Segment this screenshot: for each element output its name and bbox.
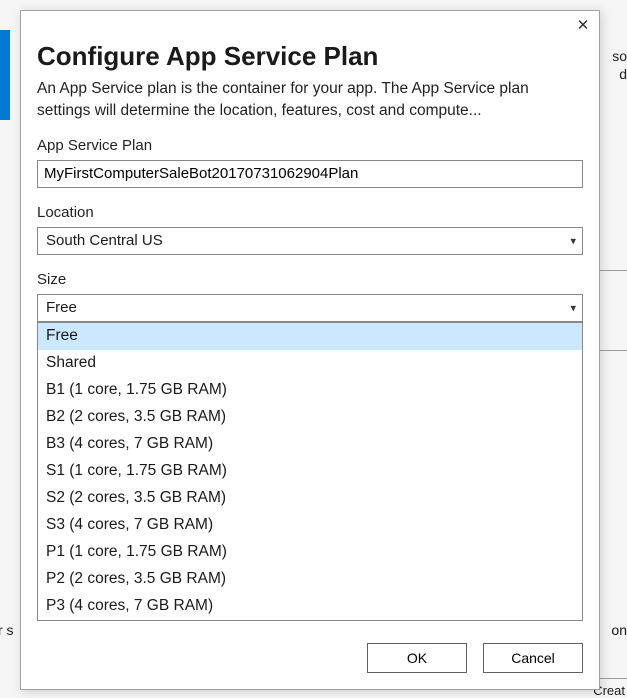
size-option[interactable]: B1 (1 core, 1.75 GB RAM): [38, 377, 582, 404]
size-option[interactable]: P2 (2 cores, 3.5 GB RAM): [38, 566, 582, 593]
size-option[interactable]: P1 (1 core, 1.75 GB RAM): [38, 539, 582, 566]
size-option[interactable]: P3 (4 cores, 7 GB RAM): [38, 593, 582, 620]
close-button[interactable]: ✕: [573, 15, 593, 35]
location-select-wrap: South Central US ▾: [37, 227, 583, 255]
configure-app-service-dialog: ✕ Configure App Service Plan An App Serv…: [20, 10, 600, 690]
app-service-plan-input[interactable]: [37, 160, 583, 188]
location-select-value: South Central US: [46, 232, 163, 249]
size-option[interactable]: Free: [38, 323, 582, 350]
size-option[interactable]: B3 (4 cores, 7 GB RAM): [38, 431, 582, 458]
size-select-wrap: Free ▾ FreeSharedB1 (1 core, 1.75 GB RAM…: [37, 294, 583, 322]
chevron-down-icon: ▾: [570, 301, 576, 314]
bg-fragment: so: [612, 48, 627, 64]
size-option[interactable]: S3 (4 cores, 7 GB RAM): [38, 512, 582, 539]
close-icon: ✕: [577, 16, 590, 34]
location-select[interactable]: South Central US ▾: [37, 227, 583, 255]
dialog-description: An App Service plan is the container for…: [37, 78, 583, 123]
bg-accent-bar: [0, 30, 10, 120]
dialog-title: Configure App Service Plan: [37, 41, 583, 72]
size-label: Size: [37, 271, 583, 288]
size-select[interactable]: Free ▾: [37, 294, 583, 322]
bg-fragment: r s: [0, 622, 14, 638]
bg-fragment: on: [611, 622, 627, 638]
size-option[interactable]: Shared: [38, 350, 582, 377]
size-dropdown-list: FreeSharedB1 (1 core, 1.75 GB RAM)B2 (2 …: [37, 322, 583, 621]
dialog-footer: OK Cancel: [21, 631, 599, 689]
ok-button[interactable]: OK: [367, 643, 467, 673]
dialog-content: Configure App Service Plan An App Servic…: [21, 11, 599, 631]
size-option[interactable]: S1 (1 core, 1.75 GB RAM): [38, 458, 582, 485]
chevron-down-icon: ▾: [570, 234, 576, 247]
size-option[interactable]: B2 (2 cores, 3.5 GB RAM): [38, 404, 582, 431]
app-service-plan-label: App Service Plan: [37, 137, 583, 154]
cancel-button[interactable]: Cancel: [483, 643, 583, 673]
size-select-value: Free: [46, 299, 77, 316]
size-option[interactable]: S2 (2 cores, 3.5 GB RAM): [38, 485, 582, 512]
location-label: Location: [37, 204, 583, 221]
bg-fragment: d: [619, 66, 627, 82]
